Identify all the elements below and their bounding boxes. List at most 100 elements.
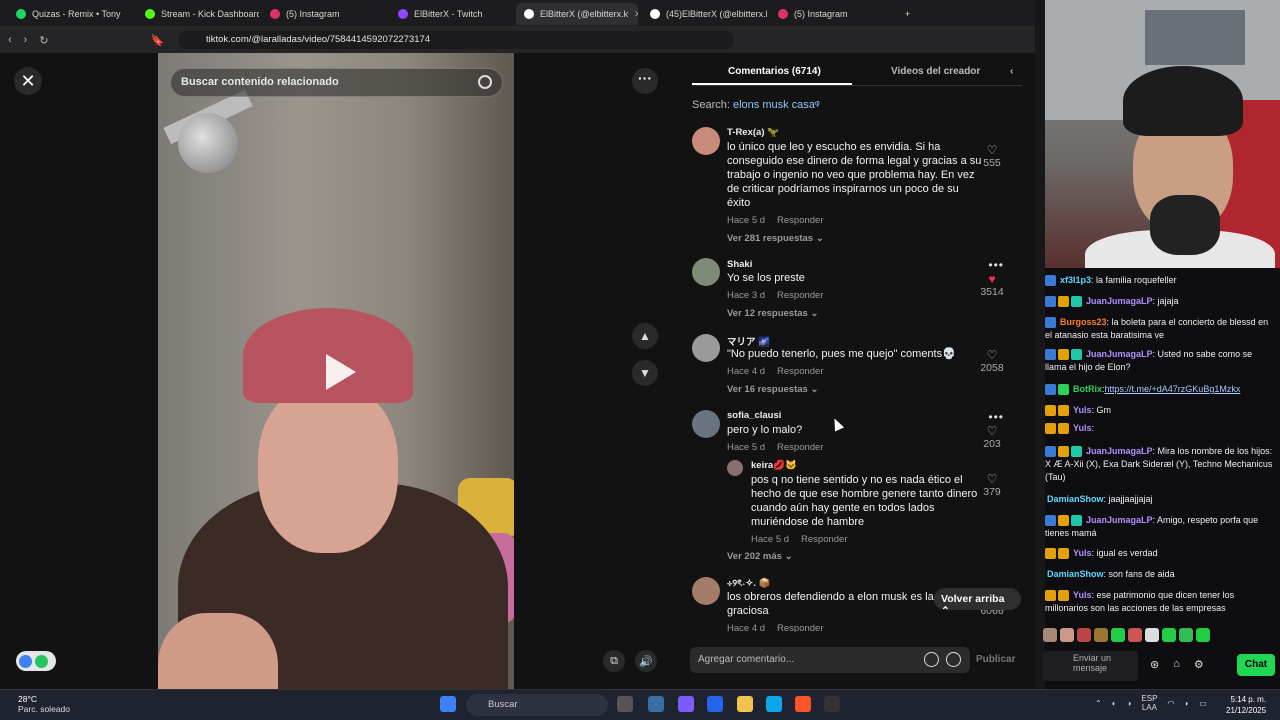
back-to-top-button[interactable]: Volver arriba ⌃ xyxy=(934,588,1021,617)
view-replies-button[interactable]: Ver 16 respuestas ⌄ xyxy=(727,384,818,395)
avatar[interactable] xyxy=(692,334,720,362)
browser-tab[interactable]: (5) Instagram xyxy=(770,3,890,25)
view-replies-button[interactable]: Ver 281 respuestas ⌄ xyxy=(727,233,824,244)
tray-icon[interactable]: ◑ xyxy=(1127,699,1132,708)
pip-icon[interactable]: ⧉ xyxy=(603,650,625,672)
app-icon[interactable] xyxy=(824,696,840,712)
reload-icon[interactable]: ↻ xyxy=(39,34,48,47)
browser-tab[interactable]: Stream - Kick Dashboard xyxy=(137,3,259,25)
more-icon[interactable]: ••• xyxy=(988,410,1004,424)
chat-username[interactable]: Burgoss23 xyxy=(1060,317,1107,327)
previous-video-button[interactable]: ▲ xyxy=(632,323,658,349)
mention-icon[interactable] xyxy=(924,652,939,667)
chat-username[interactable]: DamianShow xyxy=(1047,569,1104,579)
battery-icon[interactable]: ▭ xyxy=(1199,699,1207,708)
heart-icon[interactable]: ♡ xyxy=(972,424,1012,438)
publish-button[interactable]: Publicar xyxy=(976,654,1015,665)
emote-icon[interactable] xyxy=(1077,628,1091,642)
chat-username[interactable]: JuanJumagaLP xyxy=(1086,349,1153,359)
add-comment-input[interactable]: Agregar comentario... xyxy=(690,647,970,673)
volume-icon[interactable]: ◗ xyxy=(1184,699,1189,708)
new-tab-button[interactable]: + xyxy=(897,3,918,25)
reply-button[interactable]: Responder xyxy=(777,290,823,301)
tray-icon[interactable]: ◐ xyxy=(1112,699,1117,708)
browser-tab[interactable]: (5) Instagram xyxy=(262,3,387,25)
start-icon[interactable] xyxy=(440,696,456,712)
snipping-icon[interactable] xyxy=(648,696,664,712)
extension-toggle[interactable] xyxy=(16,651,56,671)
comment-username[interactable]: sofia_clausi xyxy=(727,410,781,421)
browser-tab[interactable]: (45)ElBitterX (@elbitterx.k xyxy=(642,3,767,25)
heart-icon[interactable]: ♡ xyxy=(972,143,1012,157)
avatar[interactable] xyxy=(727,460,743,476)
chat-username[interactable]: Yuls xyxy=(1073,548,1092,558)
heart-filled-icon[interactable]: ♥ xyxy=(972,272,1012,286)
search-term-link[interactable]: elons musk casa xyxy=(733,99,815,111)
more-icon[interactable]: ••• xyxy=(988,258,1004,272)
explorer-icon[interactable] xyxy=(737,696,753,712)
reply-button[interactable]: Responder xyxy=(777,215,823,226)
store-app-icon[interactable] xyxy=(707,696,723,712)
volume-icon[interactable]: 🔊 xyxy=(635,650,657,672)
url-field[interactable]: tiktok.com/@laralladas/video/75844145920… xyxy=(178,31,734,49)
bookmark-icon[interactable]: 🔖 xyxy=(151,34,165,47)
browser-tab[interactable]: ElBitterX - Twitch xyxy=(390,3,512,25)
chat-username[interactable]: JuanJumagaLP xyxy=(1086,296,1153,306)
store-icon[interactable]: ⌂ xyxy=(1173,658,1180,671)
avatar[interactable] xyxy=(692,577,720,605)
chat-input[interactable]: Enviar un mensaje xyxy=(1043,651,1138,681)
brave-icon[interactable] xyxy=(795,696,811,712)
chat-username[interactable]: xf3l1p3 xyxy=(1060,275,1091,285)
close-video-button[interactable]: ✕ xyxy=(14,67,42,95)
language-indicator[interactable]: ESP LAA xyxy=(1141,694,1157,712)
emote-icon[interactable] xyxy=(1128,628,1142,642)
related-search-input[interactable]: Buscar contenido relacionado xyxy=(170,68,503,97)
reply-button[interactable]: Responder xyxy=(777,442,823,453)
chevron-left-icon[interactable]: ‹ xyxy=(1010,66,1013,77)
taskbar-search[interactable]: Buscar xyxy=(466,694,608,716)
emote-icon[interactable] xyxy=(1179,628,1193,642)
close-tab-icon[interactable]: ✕ xyxy=(634,9,638,20)
reply-button[interactable]: Responder xyxy=(777,623,823,632)
search-icon[interactable] xyxy=(478,75,492,89)
chat-send-button[interactable]: Chat xyxy=(1237,654,1275,676)
emoji-icon[interactable] xyxy=(946,652,961,667)
settings-icon[interactable]: ⚙ xyxy=(1194,658,1204,671)
chat-link[interactable]: https://t.me/+dA47rzGKuBg1Mzkx xyxy=(1105,384,1241,394)
weather-widget[interactable]: 28°C Parc. soleado xyxy=(18,694,70,714)
edge-icon[interactable] xyxy=(766,696,782,712)
heart-icon[interactable]: ♡ xyxy=(972,472,1012,486)
emote-icon[interactable] xyxy=(1196,628,1210,642)
emote-icon[interactable] xyxy=(1043,628,1057,642)
chat-username[interactable]: Yuls xyxy=(1073,423,1092,433)
chat-username[interactable]: Yuls xyxy=(1073,590,1092,600)
reply-button[interactable]: Responder xyxy=(777,366,823,377)
reply-username[interactable]: keira💋🐱 xyxy=(751,460,797,471)
avatar[interactable] xyxy=(692,410,720,438)
avatar[interactable] xyxy=(692,127,720,155)
emote-icon[interactable] xyxy=(1094,628,1108,642)
reply-button[interactable]: Responder xyxy=(801,534,847,545)
chat-username[interactable]: BotRix xyxy=(1073,384,1102,394)
copilot-icon[interactable] xyxy=(678,696,694,712)
chat-username[interactable]: DamianShow xyxy=(1047,494,1104,504)
emote-icon[interactable] xyxy=(1162,628,1176,642)
comment-username[interactable]: T-Rex(a) 🦖 xyxy=(727,127,779,138)
emote-icon[interactable] xyxy=(1060,628,1074,642)
browser-tab[interactable]: Quizas - Remix • Tony xyxy=(8,3,133,25)
tab-comments[interactable]: Comentarios (6714) xyxy=(728,66,821,77)
forward-icon[interactable]: › xyxy=(24,34,28,46)
clock[interactable]: 5:14 p. m. 21/12/2025 xyxy=(1226,694,1266,716)
comment-username[interactable]: Shaki xyxy=(727,259,752,270)
chat-username[interactable]: JuanJumagaLP xyxy=(1086,446,1153,456)
wifi-icon[interactable]: ◠ xyxy=(1167,699,1174,708)
view-more-replies-button[interactable]: Ver 202 más ⌄ xyxy=(727,551,793,562)
view-replies-button[interactable]: Ver 12 respuestas ⌄ xyxy=(727,308,818,319)
emote-icon[interactable] xyxy=(1111,628,1125,642)
chevron-up-icon[interactable]: ⌃ xyxy=(1095,699,1102,708)
heart-icon[interactable]: ♡ xyxy=(972,348,1012,362)
task-view-icon[interactable] xyxy=(617,696,633,712)
chat-username[interactable]: Yuls xyxy=(1073,405,1092,415)
tab-creator-videos[interactable]: Videos del creador xyxy=(891,66,980,77)
avatar[interactable] xyxy=(692,258,720,286)
